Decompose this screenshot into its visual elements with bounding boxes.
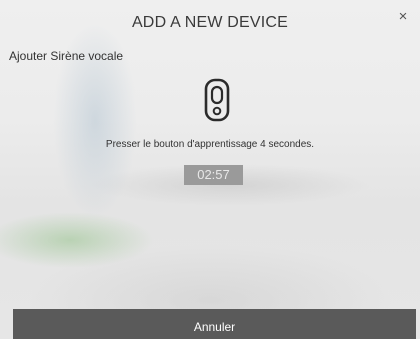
close-icon[interactable]: × <box>396 9 410 24</box>
dialog-title: ADD A NEW DEVICE <box>131 14 289 31</box>
add-device-dialog: ADD A NEW DEVICE × Ajouter Sirène vocale… <box>0 0 420 339</box>
cancel-button[interactable]: Annuler <box>13 309 416 339</box>
device-type-label: Ajouter Sirène vocale <box>9 49 124 63</box>
siren-device-icon <box>204 78 230 122</box>
countdown-timer: 02:57 <box>184 165 243 185</box>
pairing-instruction: Presser le bouton d'apprentissage 4 seco… <box>105 139 315 150</box>
